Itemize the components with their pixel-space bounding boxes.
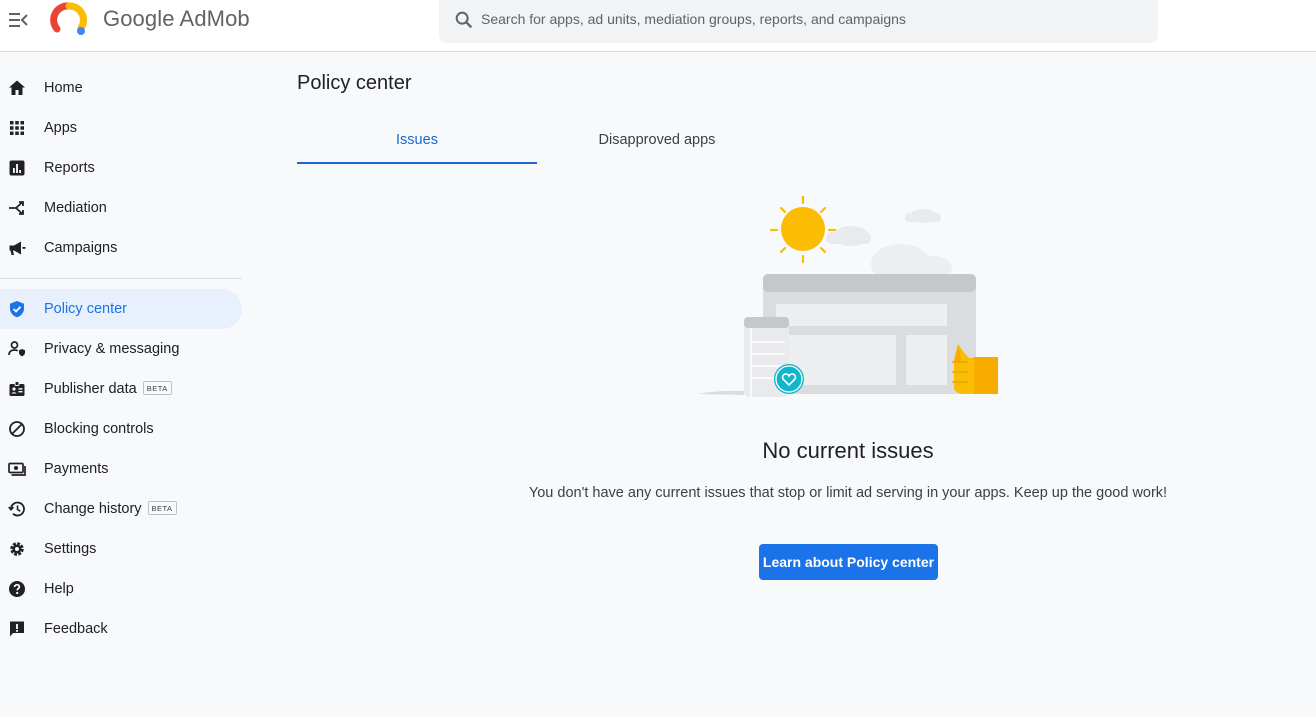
learn-about-policy-center-button[interactable]: Learn about Policy center [759, 544, 938, 580]
top-app-bar: Google AdMob [0, 0, 1316, 52]
block-icon [8, 420, 26, 438]
sidebar-item-label: Feedback [44, 621, 108, 637]
feedback-icon [8, 620, 26, 638]
sidebar-item-reports[interactable]: Reports [0, 148, 242, 188]
sidebar-item-publisher-data[interactable]: Publisher data BETA [0, 369, 242, 409]
sidebar-item-payments[interactable]: Payments [0, 449, 242, 489]
empty-state-title: No current issues [762, 438, 934, 463]
sidebar-item-policy-center[interactable]: Policy center [0, 289, 242, 329]
sidebar-item-privacy-messaging[interactable]: Privacy & messaging [0, 329, 242, 369]
search-icon[interactable] [453, 9, 475, 31]
sidebar-nav: Home Apps Reports Mediation Campaigns Po… [0, 52, 245, 717]
empty-state-description: You don't have any current issues that s… [528, 485, 1168, 501]
sidebar-item-label: Help [44, 581, 74, 597]
sidebar-item-label: Apps [44, 120, 78, 136]
sidebar-item-label: Privacy & messaging [44, 341, 180, 357]
search-input[interactable] [481, 6, 1141, 32]
sidebar-item-label: Reports [44, 160, 95, 176]
sidebar-item-blocking-controls[interactable]: Blocking controls [0, 409, 242, 449]
sidebar-item-settings[interactable]: Settings [0, 529, 242, 569]
sidebar-item-mediation[interactable]: Mediation [0, 188, 242, 228]
megaphone-icon [8, 239, 26, 257]
brand-name: Google AdMob [103, 6, 250, 31]
sidebar-item-apps[interactable]: Apps [0, 108, 242, 148]
menu-collapse-icon[interactable] [6, 8, 30, 32]
sidebar-item-label: Home [44, 80, 83, 96]
payments-icon [8, 460, 26, 478]
tab-issues[interactable]: Issues [297, 120, 537, 164]
sidebar-item-help[interactable]: Help [0, 569, 242, 609]
apps-grid-icon [8, 119, 26, 137]
person-shield-icon [8, 340, 26, 358]
sidebar-item-label: Payments [44, 461, 109, 477]
home-icon [8, 79, 26, 97]
badge-icon [8, 380, 26, 398]
history-icon [8, 500, 26, 518]
sidebar-item-label: Blocking controls [44, 421, 154, 437]
no-issues-illustration [696, 192, 1002, 400]
sidebar-item-label: Change history BETA [44, 501, 177, 517]
tab-disapproved-apps[interactable]: Disapproved apps [537, 120, 777, 164]
admob-logo-icon[interactable] [50, 1, 88, 39]
beta-badge: BETA [147, 501, 177, 515]
sidebar-item-label: Settings [44, 541, 97, 557]
shield-check-icon [8, 300, 26, 318]
mediation-icon [8, 199, 26, 217]
gear-icon [8, 540, 26, 558]
reports-icon [8, 159, 26, 177]
search-bar[interactable] [439, 0, 1158, 43]
sidebar-item-change-history[interactable]: Change history BETA [0, 489, 242, 529]
beta-badge: BETA [142, 381, 172, 395]
sidebar-item-campaigns[interactable]: Campaigns [0, 228, 242, 268]
sidebar-item-feedback[interactable]: Feedback [0, 609, 242, 649]
sidebar-item-label: Campaigns [44, 240, 118, 256]
help-icon [8, 580, 26, 598]
sidebar-divider [0, 278, 242, 279]
sidebar-item-label: Publisher data BETA [44, 381, 172, 397]
sidebar-item-home[interactable]: Home [0, 68, 242, 108]
sidebar-item-label: Policy center [44, 301, 128, 317]
page-title: Policy center [297, 72, 412, 94]
sidebar-item-label: Mediation [44, 200, 107, 216]
